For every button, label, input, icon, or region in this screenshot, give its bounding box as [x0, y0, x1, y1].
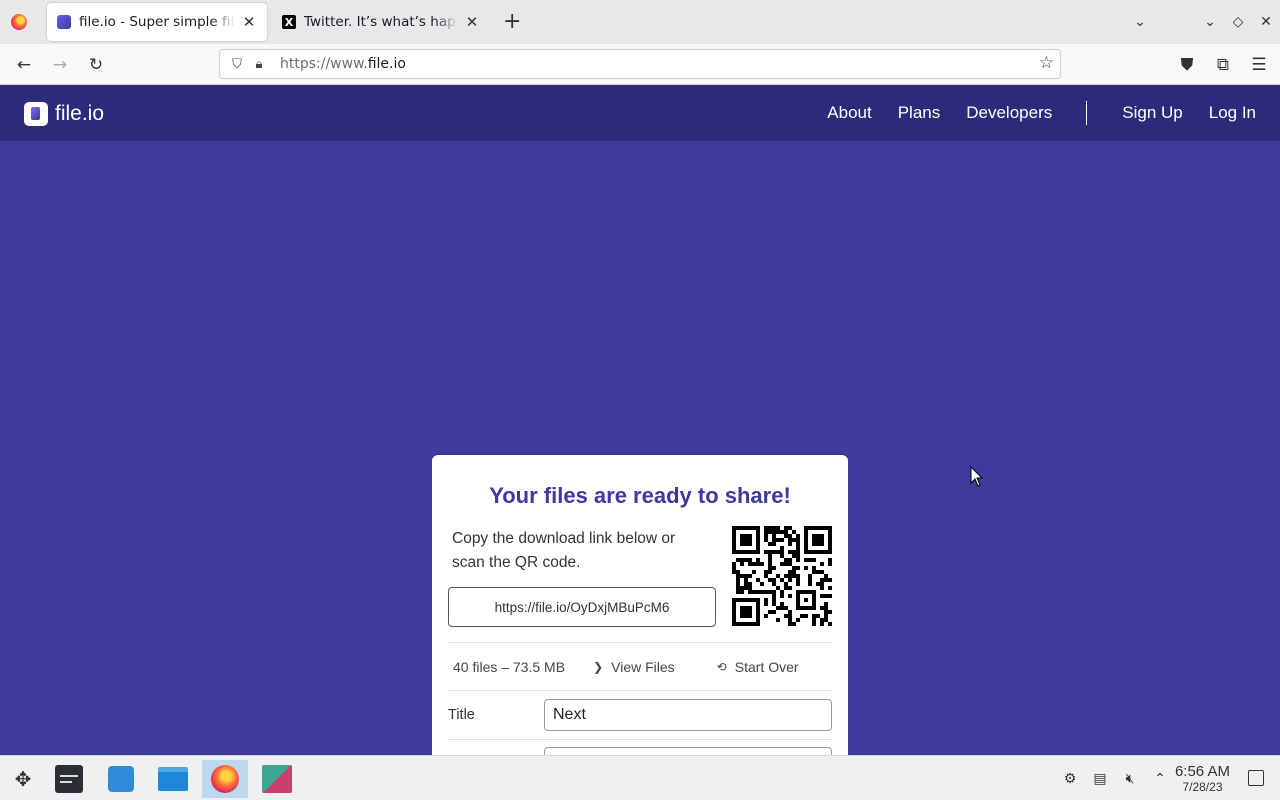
brand-name: file.io	[55, 102, 105, 125]
maximize-diamond-icon[interactable]: ◇	[1224, 14, 1252, 30]
nav-plans[interactable]: Plans	[898, 103, 941, 123]
stats-row: 40 files – 73.5 MB ❯ View Files ⟲ Start …	[448, 655, 832, 679]
x-logo-icon: X	[282, 15, 296, 29]
lock-icon[interactable]: 🔒︎	[248, 53, 270, 75]
url-text[interactable]: https://www.file.io	[280, 56, 406, 72]
close-icon[interactable]: ✕	[241, 13, 257, 31]
tab-title: Twitter. It’s what’s happening	[304, 14, 458, 30]
launcher-icon: ✥	[14, 767, 32, 791]
network-icon[interactable]: ⚙	[1060, 771, 1080, 787]
divider	[448, 739, 832, 740]
folder-icon	[158, 767, 188, 791]
tab-fileio[interactable]: file.io - Super simple file sharing ✕	[47, 3, 267, 41]
mouse-cursor-icon	[970, 466, 984, 487]
qr-code	[732, 526, 832, 626]
view-files-button[interactable]: ❯ View Files	[593, 659, 675, 675]
firefox-view-button[interactable]	[0, 0, 38, 44]
forward-arrow-icon[interactable]: →	[47, 52, 73, 78]
card-description: Copy the download link below or scan the…	[452, 530, 676, 571]
browser-tab-strip: file.io - Super simple file sharing ✕ X …	[0, 0, 1280, 44]
taskbar: ✥ ⚙ ▤ 🔇︎ ⌃ 6:56 AM 7/28/23	[0, 755, 1280, 800]
fileio-logo-icon	[24, 102, 48, 126]
bookmark-star-icon[interactable]: ☆	[1039, 53, 1054, 73]
brand-logo[interactable]: file.io	[24, 102, 104, 126]
nav-developers[interactable]: Developers	[966, 103, 1052, 123]
nav-log-in[interactable]: Log In	[1209, 103, 1256, 123]
hamburger-menu-icon[interactable]: ☰	[1246, 52, 1272, 78]
show-desktop-icon[interactable]	[1248, 770, 1264, 786]
fileio-favicon-icon	[57, 15, 71, 29]
divider	[448, 690, 832, 691]
new-tab-plus-icon[interactable]: +	[503, 10, 521, 34]
start-over-label: Start Over	[734, 659, 799, 675]
taskbar-discover[interactable]	[98, 760, 144, 798]
nav-about[interactable]: About	[827, 103, 871, 123]
url-bar[interactable]: ⛉ 🔒︎ https://www.file.io ☆	[219, 49, 1061, 79]
clock-date: 7/28/23	[1182, 780, 1223, 794]
view-files-label: View Files	[611, 659, 675, 675]
firefox-icon	[211, 765, 239, 793]
chevron-right-icon: ❯	[593, 660, 604, 674]
extensions-puzzle-icon[interactable]: ⧉	[1210, 52, 1236, 78]
clock-time: 6:56 AM	[1174, 763, 1230, 780]
software-store-icon	[108, 766, 134, 792]
list-all-tabs-chevron-down-icon[interactable]: ⌄	[1126, 14, 1154, 30]
taskbar-file-manager[interactable]	[150, 760, 196, 798]
back-arrow-icon[interactable]: ←	[11, 52, 37, 78]
close-icon[interactable]: ✕	[464, 13, 480, 31]
site-nav: About Plans Developers Sign Up Log In	[801, 85, 1256, 141]
browser-navigation-bar: ← → ↻ ⛉ 🔒︎ https://www.file.io ☆ ⛊ ⧉ ☰	[0, 44, 1280, 85]
clipboard-icon[interactable]: ▤	[1090, 771, 1110, 787]
system-tray: ⚙ ▤ 🔇︎ ⌃	[1060, 756, 1170, 800]
card-title: Your files are ready to share!	[489, 483, 791, 508]
application-launcher-button[interactable]: ✥	[0, 760, 46, 798]
firefox-icon	[11, 14, 27, 30]
title-label: Title	[448, 707, 475, 723]
site-header: file.io About Plans Developers Sign Up L…	[0, 85, 1280, 141]
shield-icon[interactable]: ⛉	[226, 53, 248, 75]
start-over-button[interactable]: ⟲ Start Over	[717, 659, 799, 675]
nav-sign-up[interactable]: Sign Up	[1122, 103, 1182, 123]
taskbar-system-monitor[interactable]	[46, 760, 92, 798]
files-summary: 40 files – 73.5 MB	[453, 659, 566, 675]
tab-twitter[interactable]: X Twitter. It’s what’s happening ✕	[272, 3, 490, 41]
download-link-field[interactable]: https://file.io/OyDxjMBuPcM6	[448, 587, 716, 627]
close-window-icon[interactable]: ✕	[1252, 14, 1280, 30]
minimize-chevron-icon[interactable]: ⌄	[1196, 14, 1224, 30]
refresh-icon: ⟲	[716, 660, 727, 674]
pocket-icon[interactable]: ⛊	[1174, 52, 1200, 78]
nav-divider	[1086, 101, 1088, 125]
share-card: Your files are ready to share! Copy the …	[432, 455, 848, 757]
clock[interactable]: 6:56 AM 7/28/23	[1174, 763, 1230, 795]
tab-title: file.io - Super simple file sharing	[79, 14, 235, 30]
system-monitor-icon	[55, 765, 83, 793]
app-icon	[262, 765, 292, 793]
taskbar-app[interactable]	[254, 760, 300, 798]
chevron-up-icon[interactable]: ⌃	[1150, 771, 1170, 787]
taskbar-firefox[interactable]	[202, 760, 248, 798]
divider	[448, 642, 832, 643]
volume-muted-icon[interactable]: 🔇︎	[1120, 771, 1140, 787]
title-input[interactable]: Next	[544, 699, 832, 731]
reload-icon[interactable]: ↻	[83, 52, 109, 78]
